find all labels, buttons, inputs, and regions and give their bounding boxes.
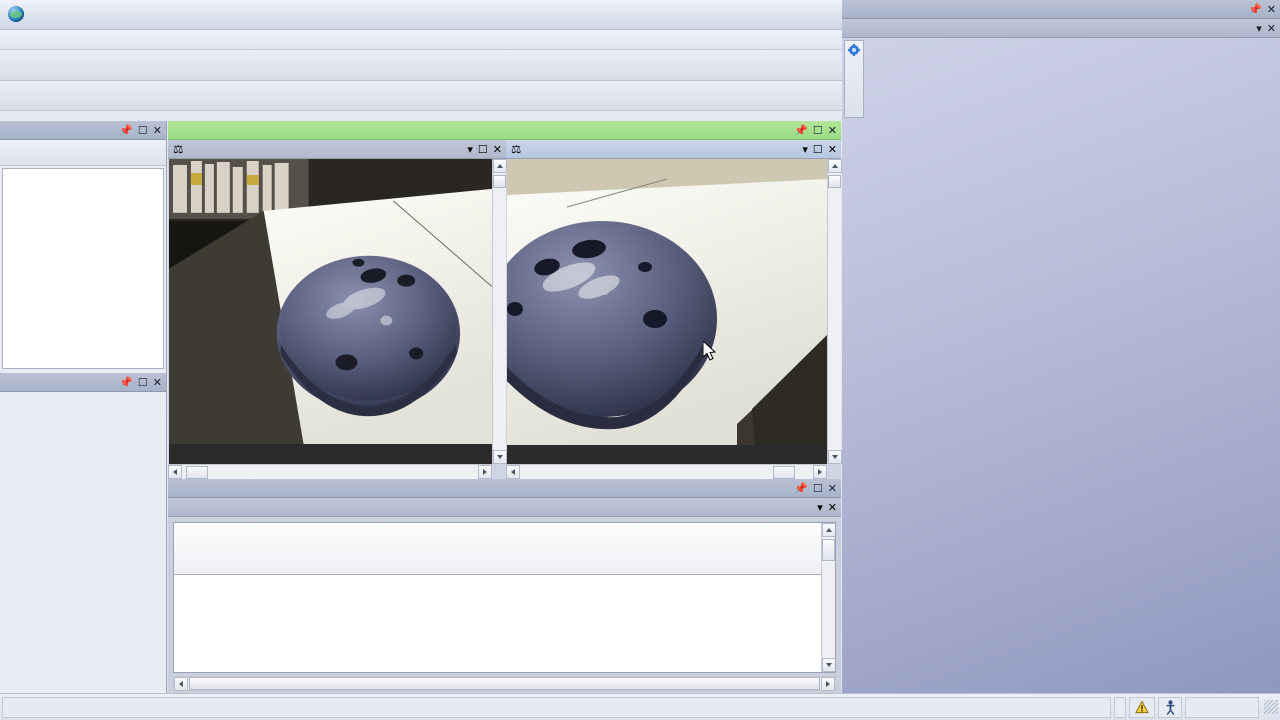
table-scroll-down[interactable] — [822, 658, 836, 672]
table-windows-body: ▾ ✕ — [168, 498, 841, 693]
photo1-hthumb[interactable] — [773, 466, 795, 479]
photo2-canvas[interactable] — [169, 159, 492, 464]
photo1-menu-icon[interactable]: ▾ — [802, 143, 808, 156]
photomodeler-window: ━ ☐ ✕ 📌 ☐ ✕ 📌 ☐ ✕ — [0, 0, 1280, 720]
table-windows-titlebar: 📌 ☐ ✕ — [168, 479, 841, 498]
photo2-vthumb[interactable] — [493, 175, 506, 188]
app-globe-icon — [8, 6, 26, 24]
left-dock: 📌 ☐ ✕ 📌 ☐ ✕ — [0, 121, 167, 693]
photo1-titlebar[interactable]: ⚖ ▾ ☐ ✕ — [506, 140, 841, 159]
photo1-scroll-left[interactable] — [506, 465, 520, 479]
view3d-dock: 📌 ✕ ▾ ✕ — [842, 0, 1280, 720]
view3d-canvas[interactable] — [842, 38, 1280, 720]
table-hscrollbar[interactable] — [173, 676, 836, 691]
photo-thumbnail-list[interactable] — [2, 168, 164, 369]
table-windows-pin-icon[interactable]: 📌 — [794, 482, 808, 495]
pin-icon[interactable]: 📌 — [119, 124, 133, 137]
point-table-tab[interactable]: ▾ ✕ — [168, 498, 841, 517]
photo2-scroll-up[interactable] — [493, 159, 507, 173]
maximize-panel-icon[interactable]: ☐ — [138, 124, 148, 137]
status-max-residual — [1114, 697, 1126, 718]
properties-pin-icon[interactable]: 📌 — [119, 376, 133, 389]
status-message — [2, 697, 1111, 718]
table-windows-maximize-icon[interactable]: ☐ — [813, 482, 823, 495]
status-bar — [0, 693, 1280, 720]
photo2-close-icon[interactable]: ✕ — [493, 143, 502, 156]
close-panel-icon[interactable]: ✕ — [153, 124, 162, 137]
view3d-tab[interactable]: ▾ ✕ — [842, 19, 1280, 38]
point-table-close-icon[interactable]: ✕ — [828, 501, 837, 514]
mouse-cursor-icon — [703, 341, 719, 363]
photo1-scroll-down[interactable] — [828, 450, 842, 464]
table-header-row — [174, 523, 835, 575]
properties-titlebar: 📌 ☐ ✕ — [0, 373, 166, 392]
photo2-titlebar[interactable]: ⚖ ▾ ☐ ✕ — [168, 140, 506, 159]
photo2-menu-icon[interactable]: ▾ — [467, 143, 473, 156]
photo1-hscrollbar[interactable] — [506, 464, 827, 479]
photo-windows-titlebar: 📌 ☐ ✕ — [168, 121, 841, 140]
view3d-tab-close-icon[interactable]: ✕ — [1267, 22, 1276, 35]
view3d-tab-menu-icon[interactable]: ▾ — [1256, 22, 1262, 35]
photo2-scroll-left[interactable] — [168, 465, 182, 479]
photo2-hthumb[interactable] — [186, 466, 208, 479]
properties-close-icon[interactable]: ✕ — [153, 376, 162, 389]
photo-windows-dock: 📌 ☐ ✕ ⚖ ▾ ☐ ✕ — [168, 121, 841, 479]
photo2-scroll-right[interactable] — [478, 465, 492, 479]
point-table-grid[interactable] — [173, 522, 836, 673]
photo2-scroll-down[interactable] — [493, 450, 507, 464]
photo1-maximize-icon[interactable]: ☐ — [813, 143, 823, 156]
photo-windows-maximize-icon[interactable]: ☐ — [813, 124, 823, 137]
person-icon — [1158, 697, 1182, 718]
cursor-coordinates — [1185, 697, 1259, 718]
table-windows-dock: 📌 ☐ ✕ ▾ ✕ — [168, 479, 841, 693]
photo1-pane: ⚖ ▾ ☐ ✕ — [506, 140, 841, 479]
photo1-vscrollbar[interactable] — [827, 159, 841, 464]
photo-list-toolbar — [0, 140, 166, 166]
table-scroll-right[interactable] — [821, 677, 835, 691]
photo1-pin-icon: ⚖ — [511, 142, 521, 156]
table-scroll-up[interactable] — [822, 523, 836, 537]
photo-panes: ⚖ ▾ ☐ ✕ — [168, 140, 841, 479]
photo2-vscrollbar[interactable] — [492, 159, 506, 464]
photo1-scroll-right[interactable] — [813, 465, 827, 479]
photo2-maximize-icon[interactable]: ☐ — [478, 143, 488, 156]
table-vscrollbar[interactable] — [821, 523, 835, 672]
photo-windows-close-icon[interactable]: ✕ — [828, 124, 837, 137]
photo1-canvas[interactable] — [507, 159, 827, 464]
view3d-close-icon[interactable]: ✕ — [1267, 3, 1276, 16]
point-table-menu-icon[interactable]: ▾ — [817, 501, 823, 514]
photo2-hscrollbar[interactable] — [168, 464, 492, 479]
table-scroll-left[interactable] — [174, 677, 188, 691]
view3d-pin-icon[interactable]: 📌 — [1248, 3, 1262, 16]
photo1-scroll-up[interactable] — [828, 159, 842, 173]
resize-grip[interactable] — [1264, 700, 1278, 714]
properties-maximize-icon[interactable]: ☐ — [138, 376, 148, 389]
table-windows-close-icon[interactable]: ✕ — [828, 482, 837, 495]
photo1-point-marks — [507, 159, 827, 464]
warning-triangle-icon[interactable] — [1129, 697, 1155, 718]
table-hthumb[interactable] — [189, 677, 820, 690]
photo1-close-icon[interactable]: ✕ — [828, 143, 837, 156]
photo-windows-pin-icon[interactable]: 📌 — [794, 124, 808, 137]
photo2-point-marks — [169, 159, 492, 464]
photo2-pin-icon: ⚖ — [173, 142, 183, 156]
photo2-pane: ⚖ ▾ ☐ ✕ — [168, 140, 506, 479]
point-cloud — [842, 38, 1280, 720]
table-vthumb[interactable] — [822, 539, 835, 561]
photo-list-titlebar: 📌 ☐ ✕ — [0, 121, 166, 140]
photo1-vthumb[interactable] — [828, 175, 841, 188]
view3d-titlebar: 📌 ✕ — [842, 0, 1280, 19]
